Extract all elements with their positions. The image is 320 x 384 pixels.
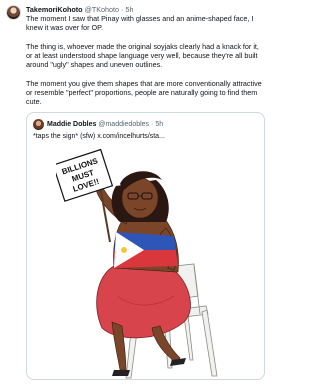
tweet-paragraph: The moment you give them shapes that are… [26,79,262,107]
tweet-text: The moment I saw that Pinay with glasses… [26,14,264,116]
red-skirt [96,265,191,339]
quoted-author-handle: @maddiedobles [98,121,150,128]
quoted-tweet-text: *taps the sign* (sfw) x.com/incelhurts/s… [33,133,165,140]
head [111,171,169,222]
illustration-woman-on-chair: BILLIONS MUST LOVE!! [56,148,218,379]
quoted-tweet-image[interactable]: BILLIONS MUST LOVE!! [56,146,236,379]
tweet-time[interactable]: 5h [125,5,133,14]
tweet: TakemoriKohoto @TKohoto · 5h The moment … [0,0,270,384]
quoted-tweet-header: Maddie Dobles @maddiedobles · 5h [47,119,163,130]
quoted-tweet-card[interactable]: Maddie Dobles @maddiedobles · 5h *taps t… [26,112,265,380]
quoted-tweet-time: 5h [155,121,164,128]
separator-dot: · [121,5,124,14]
author-name[interactable]: TakemoriKohoto [26,5,83,14]
author-handle[interactable]: @TKohoto [85,5,119,14]
author-avatar[interactable] [6,5,21,20]
flag-top [114,232,178,268]
separator-dot: · [151,121,154,128]
quoted-author-avatar [33,119,44,130]
quoted-author-name: Maddie Dobles [47,121,97,128]
tweet-paragraph: The thing is, whoever made the original … [26,41,259,70]
tweet-paragraph: The moment I saw that Pinay with glasses… [26,14,254,33]
